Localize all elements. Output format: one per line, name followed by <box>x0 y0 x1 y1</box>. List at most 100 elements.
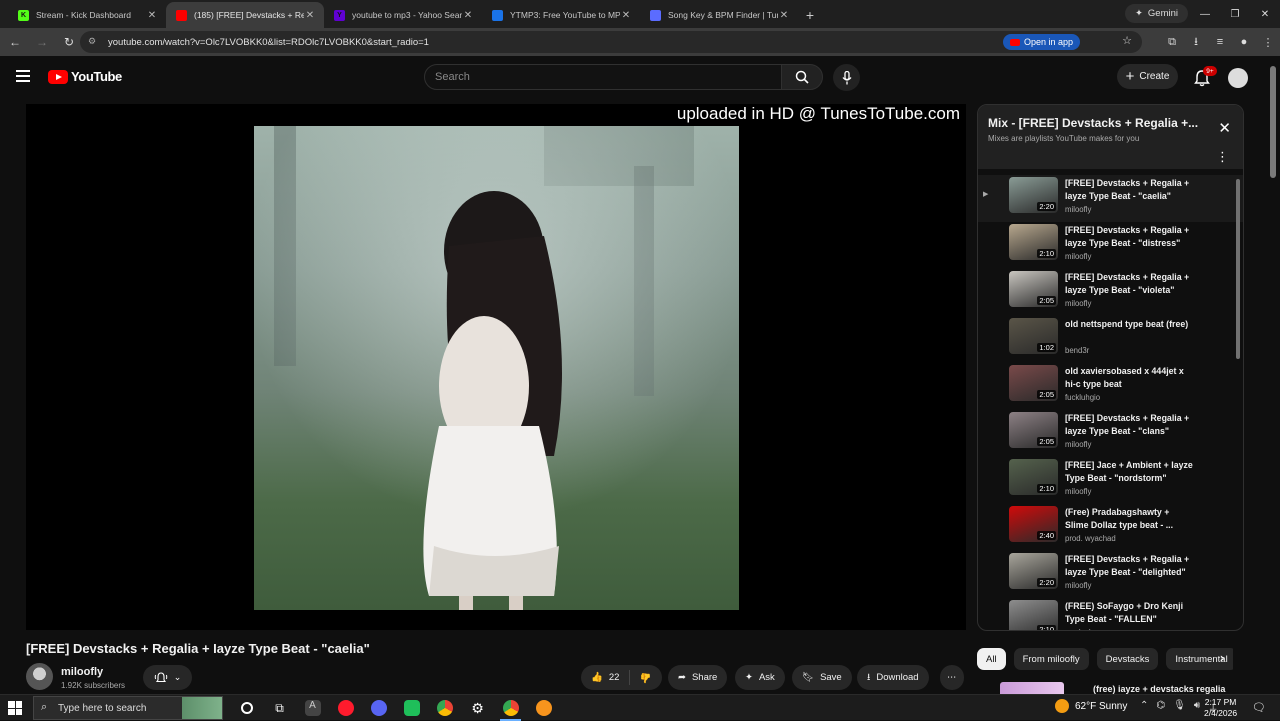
playlist-item[interactable]: 2:05 old xaviersobased x 444jet x hi-c ty… <box>978 363 1243 410</box>
channel-name[interactable]: miloofly <box>61 666 103 678</box>
duration-badge: 2:05 <box>1037 437 1056 446</box>
playlist-title[interactable]: Mix - [FREE] Devstacks + Regalia +... <box>988 116 1198 130</box>
cortana-icon[interactable] <box>230 695 263 721</box>
playlist-icon[interactable]: ≡ <box>1208 36 1232 48</box>
browser-tab[interactable]: (185) [FREE] Devstacks + Regalia✕ <box>166 2 324 28</box>
playlist-item[interactable]: 2:10 [FREE] Devstacks + Regalia + Iayze T… <box>978 222 1243 269</box>
video-player[interactable]: uploaded in HD @ TunesToTube.com <box>26 104 966 630</box>
share-label: Share <box>691 672 718 683</box>
toolbar-actions: ⧉ ⭳ ≡ ● ⋮ <box>1160 28 1280 56</box>
profile-icon[interactable]: ● <box>1232 36 1256 48</box>
youtube-wordmark: YouTube <box>71 69 122 84</box>
youtube-logo[interactable]: YouTube <box>48 69 122 84</box>
close-playlist-icon[interactable]: ✕ <box>1218 119 1231 137</box>
page-scrollbar[interactable] <box>1270 66 1276 178</box>
discord-icon[interactable] <box>362 695 395 721</box>
filter-chip[interactable]: From miloofly <box>1013 648 1089 670</box>
create-button[interactable]: + Create <box>1117 64 1178 89</box>
download-arrow-icon: ⭳ <box>867 671 871 683</box>
voice-search-button[interactable] <box>833 64 860 91</box>
reload-icon[interactable]: ↻ <box>57 30 81 54</box>
save-button[interactable]: 🔖︎ Save <box>792 665 852 690</box>
opera-icon[interactable] <box>329 695 362 721</box>
ask-button[interactable]: ✦ Ask <box>735 665 785 690</box>
task-view-icon[interactable]: ⧉ <box>263 695 296 721</box>
tab-list: K Stream - Kick Dashboard ✕ (185) [FREE] De… <box>8 2 798 28</box>
close-tab-icon[interactable]: ✕ <box>146 10 158 21</box>
playlist-scrollbar[interactable] <box>1236 179 1240 359</box>
restore-icon[interactable]: ❐ <box>1220 0 1250 28</box>
taskbar-apps: ⧉ A ⚙ <box>230 695 560 721</box>
close-tab-icon[interactable]: ✕ <box>778 10 790 21</box>
playlist-item[interactable]: 2:05 [FREE] Devstacks + Regalia + Iayze T… <box>978 410 1243 457</box>
playlist-more-icon[interactable]: ⋮ <box>1216 149 1229 165</box>
fl-studio-icon[interactable] <box>527 695 560 721</box>
chrome-active-icon[interactable] <box>494 695 527 721</box>
account-avatar[interactable] <box>1228 68 1248 88</box>
address-bar[interactable]: ⚙ youtube.com/watch?v=Olc7LVOBKK0&list=R… <box>80 31 1142 53</box>
forward-icon[interactable]: → <box>30 30 54 54</box>
bookmark-star-icon[interactable]: ☆ <box>1122 34 1132 47</box>
chevron-right-icon[interactable]: › <box>1220 650 1224 665</box>
playlist-item[interactable]: ▶ 2:20 [FREE] Devstacks + Regalia + Iayze … <box>978 175 1243 222</box>
mic-tray-icon[interactable]: 🎙︎ <box>1173 700 1186 715</box>
playlist-item[interactable]: 1:02 old nettspend type beat (free) bend3r <box>978 316 1243 363</box>
taskbar-search[interactable]: ⌕ Type here to search <box>33 696 223 720</box>
share-button[interactable]: ➦ Share <box>668 665 728 690</box>
taskbar-search-placeholder: Type here to search <box>58 702 147 714</box>
close-tab-icon[interactable]: ✕ <box>620 10 632 21</box>
browser-tab[interactable]: YTMP3: Free YouTube to MP3 C✕ <box>482 2 640 28</box>
bell-ringing-icon <box>154 671 167 682</box>
download-button[interactable]: ⭳ Download <box>857 665 929 690</box>
playlist-thumbnail: 2:10 <box>1009 600 1058 630</box>
download-icon[interactable]: ⭳ <box>1184 33 1208 52</box>
recommended-title: (free) iayze + devstacks regalia <box>1093 684 1226 694</box>
playlist-item[interactable]: 2:10 [FREE] Jace + Ambient + Iayze Type B… <box>978 457 1243 504</box>
video-actions: 👍 22 👍 <box>581 665 663 690</box>
minimize-icon[interactable]: — <box>1190 0 1220 28</box>
tab-cast-icon[interactable]: ⧉ <box>1160 36 1184 49</box>
open-in-app-button[interactable]: Open in app <box>1002 34 1080 50</box>
settings-gear-icon[interactable]: ⚙ <box>461 695 494 721</box>
network-icon[interactable]: ⌬ <box>1156 700 1165 715</box>
close-window-icon[interactable]: ✕ <box>1250 0 1280 28</box>
taskbar-clock[interactable]: 2:17 PM 2/4/2026 <box>1204 697 1237 719</box>
volume-icon[interactable]: 🔊︎ <box>1194 700 1200 715</box>
browser-tab[interactable]: K Stream - Kick Dashboard ✕ <box>8 2 166 28</box>
site-info-icon[interactable]: ⚙ <box>88 36 100 48</box>
subscribed-notifications-button[interactable]: ⌄ <box>143 665 192 690</box>
search-input[interactable]: Search <box>424 64 782 90</box>
chrome-icon[interactable] <box>428 695 461 721</box>
close-tab-icon[interactable]: ✕ <box>304 10 316 21</box>
like-button[interactable]: 👍 22 <box>581 665 629 690</box>
dislike-button[interactable]: 👍 <box>630 665 662 690</box>
sparkle-icon: ✦ <box>745 672 753 683</box>
back-icon[interactable]: ← <box>3 30 27 54</box>
playlist-item[interactable]: 2:10 (FREE) SoFaygo + Dro Kenji Type Beat… <box>978 598 1243 630</box>
clock-time: 2:17 PM <box>1204 697 1237 707</box>
playlist-item[interactable]: 2:40 (Free) Pradabagshawty + Slime Dollaz… <box>978 504 1243 551</box>
windows-start-icon[interactable] <box>8 701 22 715</box>
browser-tab[interactable]: Song Key & BPM Finder | Tunel ✕ <box>640 2 798 28</box>
menu-icon[interactable]: ⋮ <box>1256 36 1280 49</box>
close-tab-icon[interactable]: ✕ <box>462 10 474 21</box>
new-tab-button[interactable]: + <box>798 2 822 28</box>
playlist-item[interactable]: 2:20 [FREE] Devstacks + Regalia + Iayze T… <box>978 551 1243 598</box>
playlist-item[interactable]: 2:05 [FREE] Devstacks + Regalia + Iayze T… <box>978 269 1243 316</box>
tab-title: YTMP3: Free YouTube to MP3 C <box>510 10 620 20</box>
search-button[interactable] <box>781 64 823 90</box>
notification-center-icon[interactable]: 🗨︎ <box>1252 701 1266 714</box>
save-wrap: 🔖︎ Save <box>792 665 852 690</box>
menu-hamburger-icon[interactable] <box>16 70 30 82</box>
weather-widget[interactable]: 62°F Sunny <box>1055 699 1127 713</box>
gemini-button[interactable]: ✦ Gemini <box>1124 4 1188 23</box>
filter-chip[interactable]: All <box>977 648 1006 670</box>
more-actions-button[interactable]: ⋯ <box>940 665 964 690</box>
filter-chip[interactable]: Devstacks <box>1096 648 1159 670</box>
browser-tab-strip: K Stream - Kick Dashboard ✕ (185) [FREE] De… <box>0 0 1280 28</box>
app-a-icon[interactable]: A <box>296 695 329 721</box>
game-app-icon[interactable] <box>395 695 428 721</box>
channel-avatar[interactable] <box>26 663 53 690</box>
browser-tab[interactable]: Yyoutube to mp3 - Yahoo Search ✕ <box>324 2 482 28</box>
tray-chevron-icon[interactable]: ⌃ <box>1140 700 1148 715</box>
